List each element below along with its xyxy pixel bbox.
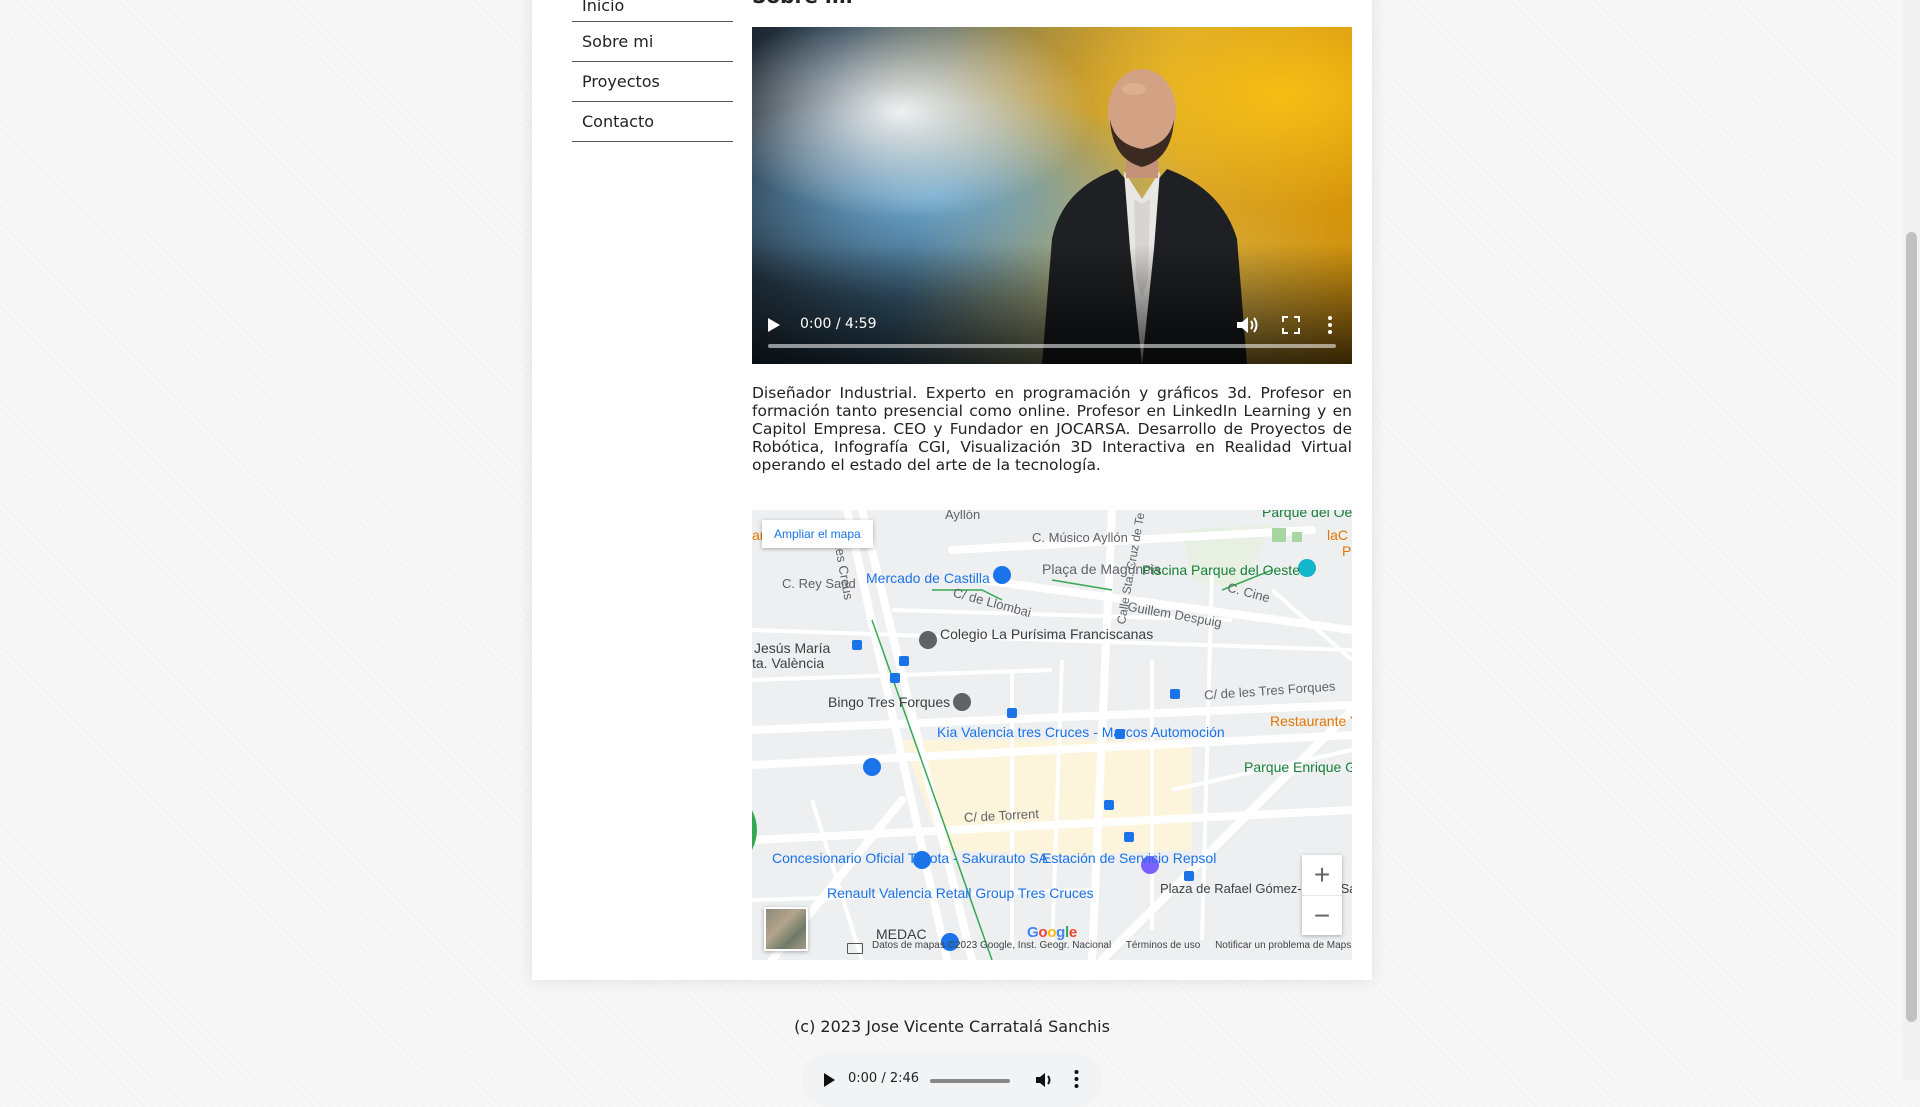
- footer-copyright: (c) 2023 Jose Vicente Carratalá Sanchis: [794, 1017, 1110, 1036]
- page-scrollbar[interactable]: [1903, 0, 1920, 1080]
- scrollbar-thumb[interactable]: [1906, 232, 1917, 1022]
- audio-volume-icon[interactable]: [1034, 1071, 1054, 1089]
- audio-time: 0:00 / 2:46: [848, 1071, 920, 1086]
- audio-play-icon[interactable]: [824, 1073, 835, 1087]
- footer: (c) 2023 Jose Vicente Carratalá Sanchis: [532, 0, 1372, 1080]
- audio-more-icon[interactable]: [1074, 1069, 1079, 1089]
- audio-player[interactable]: 0:00 / 2:46: [802, 1053, 1102, 1107]
